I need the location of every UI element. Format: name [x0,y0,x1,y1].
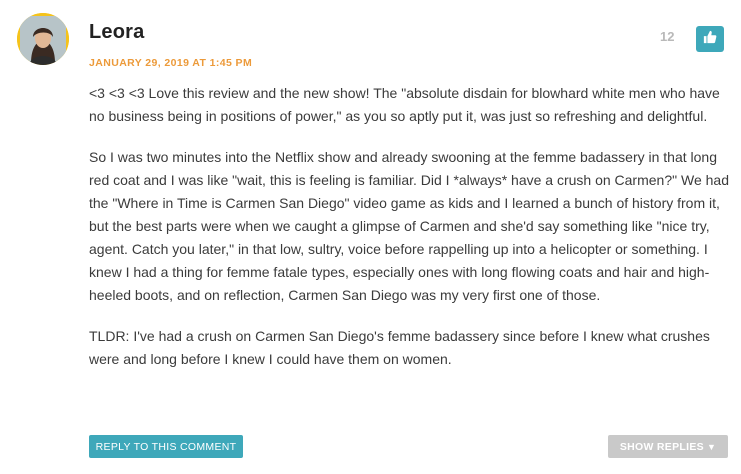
show-replies-button[interactable]: SHOW REPLIES ▼ [608,435,728,458]
comment-paragraph: <3 <3 <3 Love this review and the new sh… [89,85,720,124]
chevron-down-icon: ▼ [706,441,717,452]
comment-paragraph: So I was two minutes into the Netflix sh… [89,149,729,303]
like-count: 12 [660,29,675,44]
comment-body: <3 <3 <3 Love this review and the new sh… [89,82,734,389]
thumbs-up-icon [703,30,717,49]
like-button[interactable] [696,26,724,52]
show-replies-label: SHOW REPLIES [619,440,704,453]
comment-paragraph: TLDR: I've had a crush on Carmen San Die… [89,328,710,367]
avatar [17,13,69,65]
comment-timestamp[interactable]: JANUARY 29, 2019 AT 1:45 PM [89,57,252,69]
comment-author: Leora [89,21,145,43]
reply-button[interactable]: REPLY TO THIS COMMENT [89,435,243,458]
